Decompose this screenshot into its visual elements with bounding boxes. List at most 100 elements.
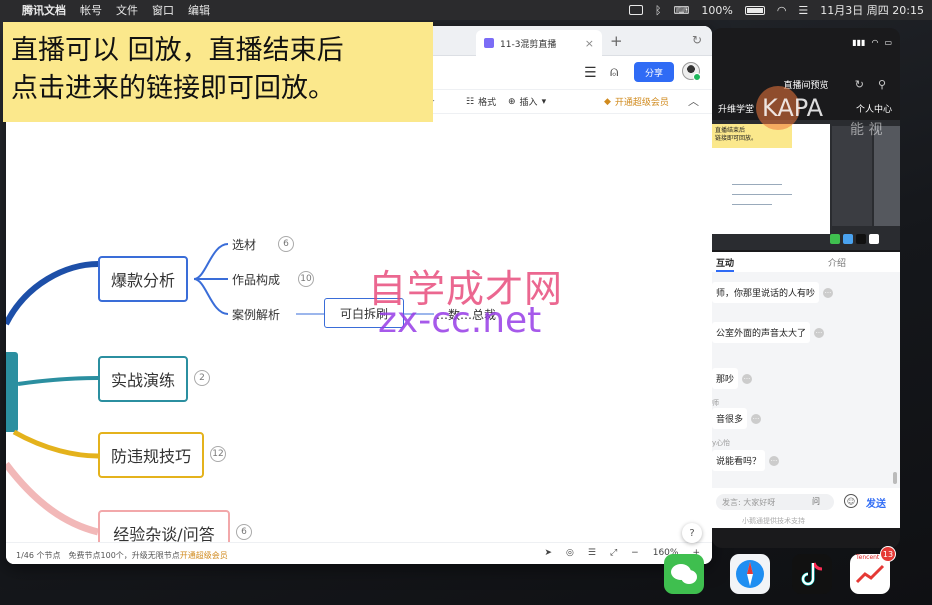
link-branch-4 [6,461,99,536]
leaf-material[interactable]: 选材 [232,236,256,253]
diamond-icon: ◆ [604,96,611,107]
chat-nickname: y心怡 [712,439,731,447]
more-icon[interactable]: ··· [823,287,834,298]
screen-mirror-icon[interactable] [628,5,643,15]
format-icon: ☷ [466,96,475,107]
menu-icon[interactable]: ☰ [584,65,597,81]
root-node-edge[interactable] [6,352,18,432]
link-leaf-3 [193,278,229,315]
brand-label: 升维学堂 [718,105,755,115]
node-count: 1/46 个节点 [16,551,61,560]
live-tabs: 互动 介绍 [712,252,900,272]
tab-intro[interactable]: 介绍 [828,256,846,269]
link-leaf-1 [193,243,229,280]
chat-bubble: 说能看吗？ [712,450,766,471]
node-compliance[interactable]: 防违规技巧 [98,432,204,478]
more-icon[interactable]: ··· [814,327,825,338]
bluetooth-icon[interactable]: ᛒ [655,4,662,17]
insert-button[interactable]: ⊕ 插入 ▾ [508,95,547,109]
outline-icon[interactable]: ☰ [588,548,596,558]
wifi-icon[interactable]: ◠ [777,4,787,17]
node-practice[interactable]: 实战演练 [98,356,188,402]
mini-line [732,184,782,185]
node-hot-analysis[interactable]: 爆款分析 [98,256,188,302]
avatar[interactable] [682,62,701,81]
tab-mindmap[interactable]: 11-3混剪直播 × [476,30,602,56]
vip-link[interactable]: ◆ 开通超级会员 [604,95,669,109]
count-badge[interactable]: 2 [194,370,210,386]
format-button[interactable]: ☷ 格式 [466,95,497,109]
input-method-icon[interactable]: ⌨ [673,4,689,17]
count-badge[interactable]: 6 [278,236,294,252]
count-badge[interactable]: 12 [210,446,226,462]
menubar-app-name[interactable]: 腾讯文档 [22,2,66,18]
control-center-icon[interactable]: ☰ [798,4,808,17]
mini-app-icon [869,234,879,244]
wechat-icon[interactable] [664,554,704,594]
new-tab-icon[interactable]: + [610,32,623,50]
chevron-up-icon[interactable]: ︿ [688,93,699,109]
battery-icon: ▭ [884,38,892,47]
tab-interact[interactable]: 互动 [716,256,735,272]
close-icon[interactable]: × [585,37,594,50]
dock: Tencent 13 [650,546,906,605]
signal-icon: ▮▮▮ [852,38,866,47]
leaf-case-study[interactable]: 案例解析 [232,306,280,323]
tiktok-icon[interactable] [792,554,832,594]
send-button[interactable]: 发送 [866,495,886,510]
menu-edit[interactable]: 编辑 [188,2,210,18]
upgrade-link[interactable]: 开通超级会员 [180,550,228,561]
node-label: 防违规技巧 [110,447,191,466]
menu-file[interactable]: 文件 [116,2,138,18]
wifi-icon: ◠ [871,38,879,47]
link-branch-3 [12,429,99,459]
zoom-out-icon[interactable]: − [631,548,639,558]
caption-overlay: 直播可以 回放，直播结束后 点击进来的链接即可回放。 [3,22,433,122]
chevron-down-icon: ▾ [541,96,547,107]
target-icon[interactable]: ◎ [566,548,574,558]
count-badge[interactable]: 10 [298,271,314,287]
node-experience-qa[interactable]: 经验杂谈/问答 [98,510,230,542]
more-icon[interactable]: ··· [751,413,762,424]
free-note: 免费节点100个，升级无限节点 [68,551,180,560]
mini-line [732,194,792,195]
help-button[interactable]: ? [682,523,702,543]
safari-icon[interactable] [730,554,770,594]
chat-input-bar: 发言: 大家好呀 问 ☺ 发送 小鹅通提供技术支持 [712,488,900,528]
add-user-icon[interactable]: ⍝ [610,64,618,80]
fullscreen-icon[interactable]: ⤢ [610,548,617,558]
tiktok-glyph [801,562,823,586]
share-button[interactable]: 分享 [634,62,674,82]
menu-window[interactable]: 窗口 [152,2,174,18]
menu-account[interactable]: 帐号 [80,2,102,18]
battery-icon[interactable] [744,5,765,15]
count-badge[interactable]: 6 [236,524,252,540]
insert-icon: ⊕ [508,96,516,107]
locate-icon[interactable]: ➤ [544,548,552,558]
format-label: 格式 [478,98,497,108]
emoji-icon[interactable]: ☺ [844,494,858,508]
mindmap-icon [484,38,494,48]
svg-text:KAPA: KAPA [762,94,824,122]
node-label: 实战演练 [110,371,175,390]
chat-message: 公室外面的声音太大了 ··· [712,322,825,343]
node-label: 经验杂谈/问答 [113,525,215,542]
refresh-icon[interactable]: ↻ [692,33,702,47]
svg-text:能 视: 能 视 [850,122,882,138]
chat-bubble: 那吵 [712,368,739,389]
ask-toggle[interactable]: 问 [812,496,820,507]
chat-bubble: 师，你那里说话的人有吵 [712,282,820,303]
leaf-composition[interactable]: 作品构成 [232,271,280,288]
datetime[interactable]: 11月3日 周四 20:15 [820,2,924,18]
menubar-extras: ᛒ ⌨ 100% ◠ ☰ 11月3日 周四 20:15 [628,2,924,18]
mini-app-icon [830,234,840,244]
chat-scrollbar[interactable] [893,472,897,484]
status-bar: 1/46 个节点 免费节点100个，升级无限节点 开通超级会员 ➤ ◎ ☰ ⤢ … [6,542,712,564]
more-icon[interactable]: ··· [742,373,753,384]
more-icon[interactable]: ··· [769,455,780,466]
chat-message: 说能看吗？ ··· [712,450,780,471]
mindmap-canvas[interactable]: 爆款分析 实战演练 2 防违规技巧 12 经验杂谈/问答 6 选材 6 作品构成… [6,114,712,542]
chat-input-placeholder: 发言: 大家好呀 [722,497,776,507]
chat-list[interactable]: 师，你那里说话的人有吵 ··· 公室外面的声音太大了 ··· 那吵 ··· 师 … [712,272,900,488]
menubar: 腾讯文档 帐号 文件 窗口 编辑 ᛒ ⌨ 100% ◠ ☰ 11月3日 周四 2… [0,0,932,20]
